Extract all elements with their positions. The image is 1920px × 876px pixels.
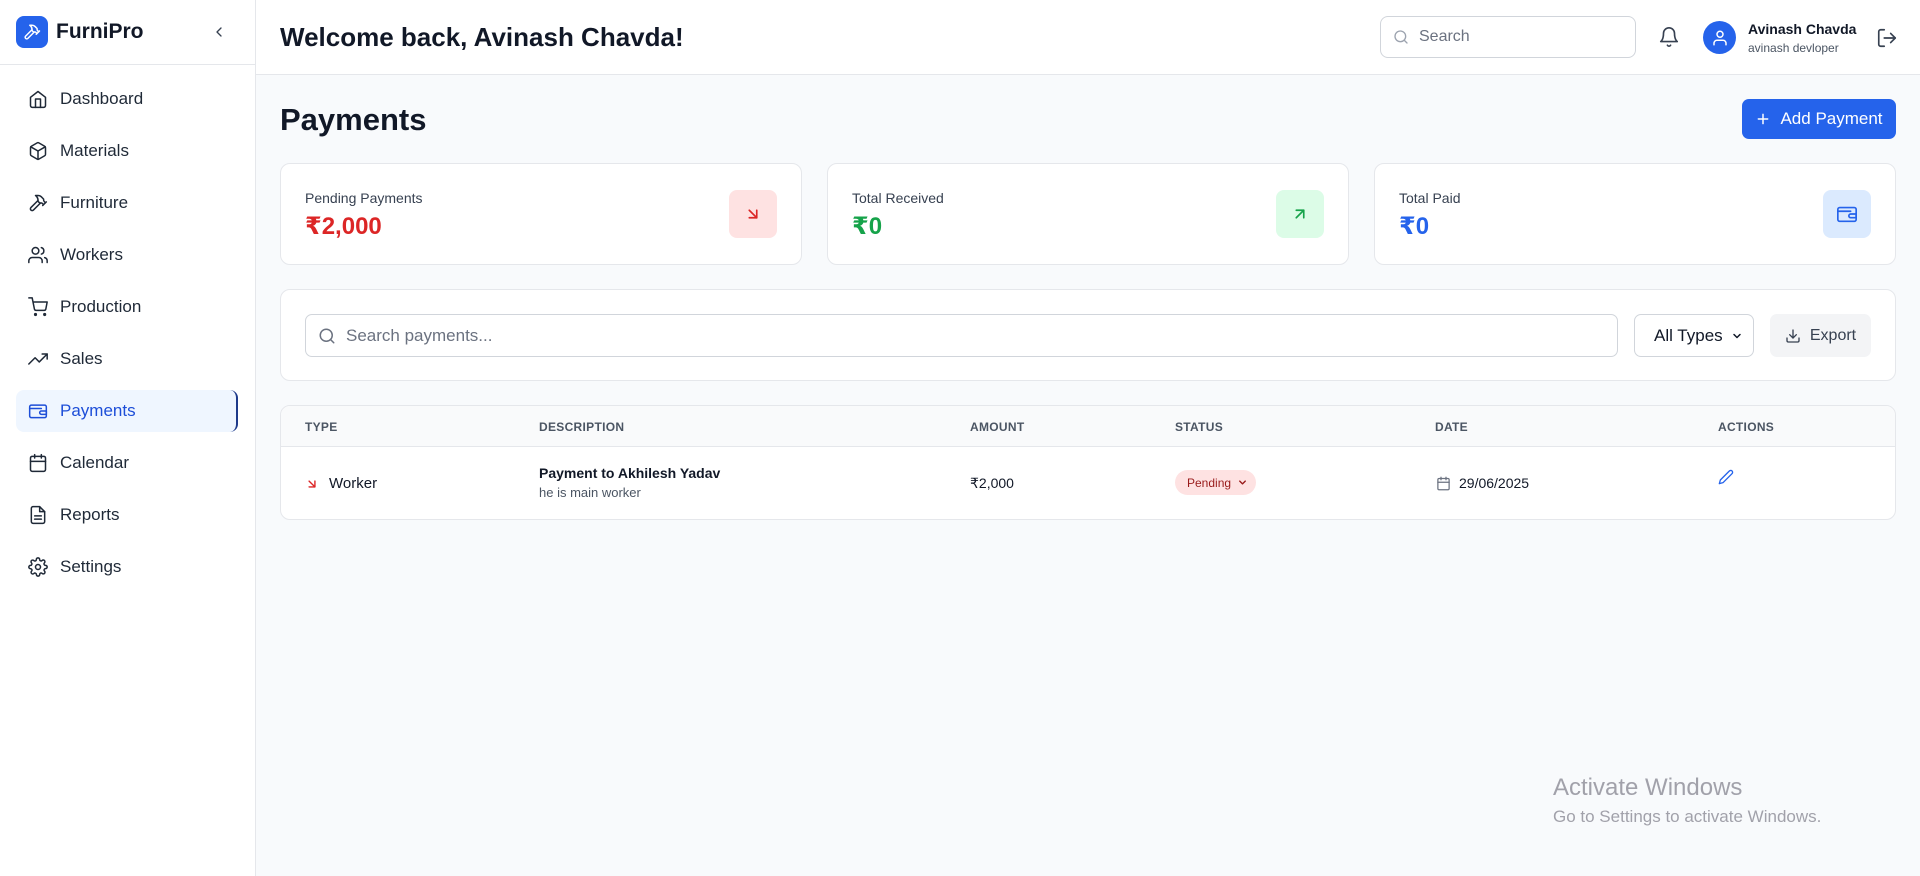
- user-icon: [1712, 30, 1727, 45]
- header-search-input[interactable]: [1419, 28, 1619, 46]
- edit-payment-button[interactable]: [1718, 469, 1736, 487]
- sidebar-item-sales[interactable]: Sales: [16, 338, 239, 380]
- page-title: Payments: [280, 102, 427, 137]
- welcome-heading: Welcome back, Avinash Chavda!: [280, 21, 684, 52]
- arrow-down-right-icon: [308, 480, 316, 488]
- stat-value: ₹0: [1399, 213, 1430, 240]
- search-icon: [1394, 30, 1408, 44]
- calendar-icon: [29, 453, 47, 473]
- sidebar-item-dashboard[interactable]: Dashboard: [16, 78, 239, 120]
- trending-up-icon: [28, 353, 48, 365]
- type-filter-value: All Types: [1654, 325, 1723, 345]
- chevron-left-icon: [216, 27, 222, 37]
- pencil-icon: [1718, 469, 1734, 485]
- column-header-status: STATUS: [1175, 420, 1224, 434]
- sidebar-item-payments[interactable]: Payments: [16, 390, 238, 432]
- sidebar-item-label: Payments: [60, 401, 136, 420]
- payments-search[interactable]: [305, 314, 1618, 357]
- sidebar-item-label: Materials: [60, 141, 129, 160]
- users-icon: [28, 246, 48, 264]
- arrow-down-right-icon: [729, 190, 777, 238]
- stat-label: Total Received: [852, 190, 944, 206]
- payment-amount: ₹2,000: [970, 475, 1014, 491]
- table-row: Worker Payment to Akhilesh Yadav he is m…: [281, 447, 1895, 519]
- cart-icon: [28, 297, 48, 317]
- logout-button[interactable]: [1876, 27, 1898, 49]
- payment-description-title: Payment to Akhilesh Yadav: [539, 465, 721, 481]
- add-payment-button[interactable]: Add Payment: [1742, 99, 1896, 139]
- sidebar-item-production[interactable]: Production: [16, 286, 239, 328]
- stat-value: ₹2,000: [305, 213, 382, 240]
- arrow-up-right-icon: [1276, 190, 1324, 238]
- bell-icon: [1659, 27, 1679, 47]
- brand-name: FurniPro: [56, 20, 144, 43]
- hammer-icon: [29, 194, 48, 212]
- column-header-type: TYPE: [305, 420, 338, 434]
- wallet-icon: [1823, 190, 1871, 238]
- export-label: Export: [1809, 326, 1857, 344]
- sidebar-item-label: Sales: [60, 349, 103, 368]
- activation-watermark-title: Activate Windows: [1553, 774, 1743, 801]
- payment-type: Worker: [329, 475, 378, 492]
- filter-panel: All Types Export: [280, 289, 1896, 381]
- box-icon: [29, 141, 47, 161]
- wallet-icon: [28, 404, 48, 419]
- sidebar-nav: Dashboard Materials Furniture Workers Pr…: [0, 65, 255, 588]
- sidebar-item-label: Furniture: [60, 193, 129, 212]
- sidebar-item-label: Dashboard: [60, 89, 144, 108]
- chevron-down-icon: [1733, 333, 1741, 339]
- sidebar-item-furniture[interactable]: Furniture: [16, 182, 239, 224]
- user-role: avinash devloper: [1748, 41, 1839, 55]
- plus-icon: [1758, 113, 1769, 125]
- sidebar-item-label: Reports: [60, 505, 120, 524]
- add-payment-label: Add Payment: [1780, 109, 1883, 128]
- sidebar-item-materials[interactable]: Materials: [16, 130, 239, 172]
- payment-description-note: he is main worker: [539, 485, 641, 500]
- status-badge[interactable]: Pending: [1175, 470, 1257, 495]
- avatar[interactable]: [1703, 21, 1736, 54]
- activation-watermark-subtitle: Go to Settings to activate Windows.: [1553, 807, 1822, 826]
- status-label: Pending: [1187, 475, 1232, 490]
- sidebar-item-label: Settings: [60, 557, 122, 576]
- gear-icon: [28, 557, 48, 577]
- sidebar-item-calendar[interactable]: Calendar: [16, 442, 239, 484]
- sidebar-item-label: Calendar: [60, 453, 129, 472]
- payments-search-input[interactable]: [346, 325, 1546, 346]
- stat-card-paid: Total Paid ₹0: [1374, 163, 1896, 265]
- column-header-date: DATE: [1435, 420, 1468, 434]
- top-header: Welcome back, Avinash Chavda! Avinash Ch…: [256, 0, 1920, 75]
- sidebar-item-settings[interactable]: Settings: [16, 546, 239, 588]
- sidebar-item-label: Workers: [60, 245, 123, 264]
- search-icon: [319, 328, 335, 343]
- file-text-icon: [30, 505, 46, 525]
- payment-date: 29/06/2025: [1459, 475, 1530, 491]
- type-filter-select[interactable]: All Types: [1634, 314, 1754, 357]
- logout-icon: [1877, 28, 1897, 48]
- column-header-description: DESCRIPTION: [539, 420, 625, 434]
- download-icon: [1786, 328, 1800, 343]
- column-header-amount: AMOUNT: [970, 420, 1025, 434]
- column-header-actions: ACTIONS: [1718, 420, 1775, 434]
- stat-label: Total Paid: [1399, 190, 1461, 206]
- stat-card-pending: Pending Payments ₹2,000: [280, 163, 802, 265]
- stat-card-received: Total Received ₹0: [827, 163, 1349, 265]
- notifications-button[interactable]: [1658, 26, 1680, 48]
- sidebar-item-reports[interactable]: Reports: [16, 494, 239, 536]
- home-icon: [29, 90, 47, 109]
- stat-label: Pending Payments: [305, 190, 423, 206]
- brand-header: FurniPro: [0, 0, 255, 65]
- header-search[interactable]: [1380, 16, 1636, 58]
- sidebar-item-label: Production: [60, 297, 142, 316]
- sidebar: FurniPro Dashboard Materials Furniture W…: [0, 0, 256, 876]
- payments-table: TYPE DESCRIPTION AMOUNT STATUS DATE ACTI…: [280, 405, 1896, 520]
- chevron-down-icon: [1239, 480, 1246, 485]
- stat-value: ₹0: [852, 213, 883, 240]
- export-button[interactable]: Export: [1770, 314, 1871, 357]
- table-header: TYPE DESCRIPTION AMOUNT STATUS DATE ACTI…: [281, 406, 1895, 447]
- sidebar-item-workers[interactable]: Workers: [16, 234, 239, 276]
- collapse-sidebar-button[interactable]: [207, 20, 231, 44]
- user-name: Avinash Chavda: [1748, 21, 1857, 37]
- calendar-icon: [1437, 476, 1450, 491]
- hammer-logo-icon: [16, 16, 48, 48]
